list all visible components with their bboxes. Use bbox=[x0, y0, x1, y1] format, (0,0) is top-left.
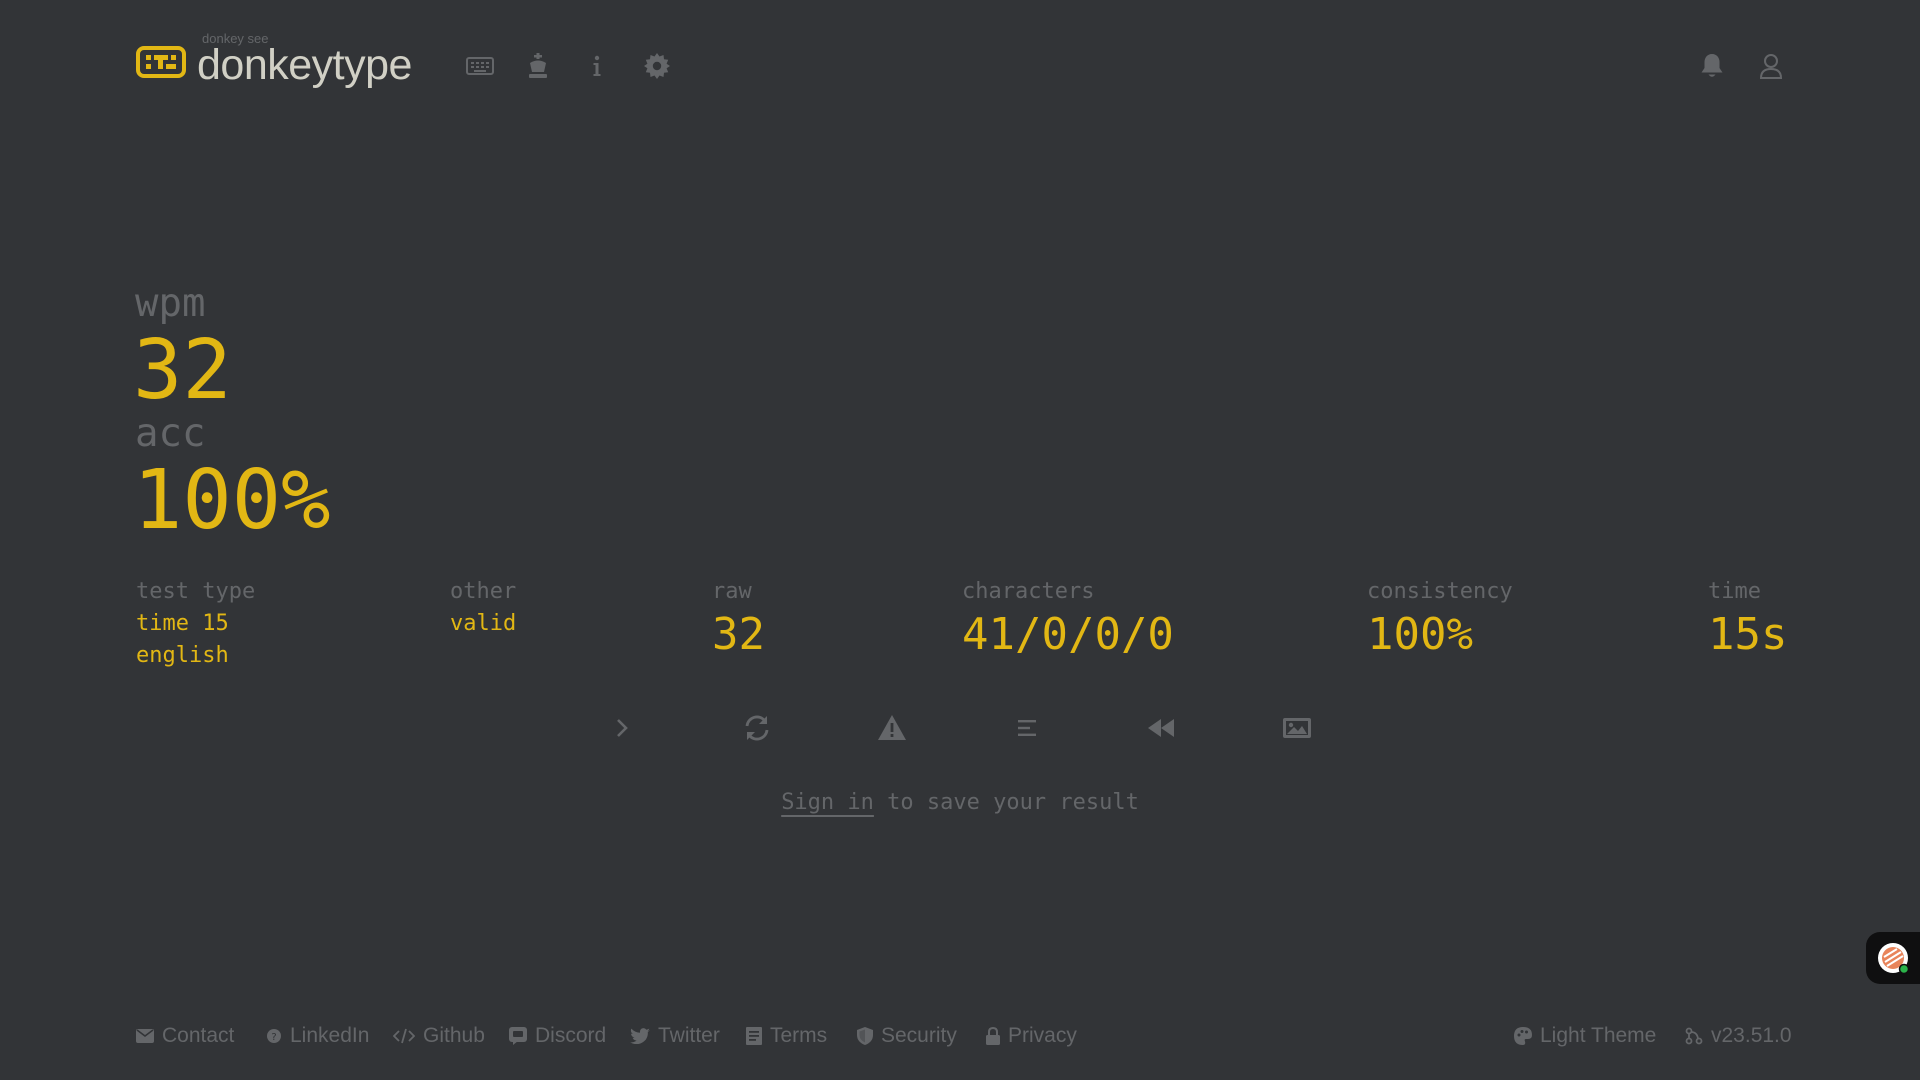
stat-consistency: consistency 100% bbox=[1367, 578, 1513, 662]
footer-theme-label: Light Theme bbox=[1540, 1024, 1657, 1047]
footer-twitter-label: Twitter bbox=[658, 1024, 720, 1047]
user-icon[interactable] bbox=[1753, 48, 1789, 84]
wpm-label: wpm bbox=[135, 281, 206, 326]
restart-test-button[interactable] bbox=[737, 708, 777, 748]
svg-text:?: ? bbox=[271, 1032, 276, 1043]
stat-other: other valid bbox=[450, 578, 516, 640]
footer-twitter[interactable]: Twitter bbox=[630, 1024, 720, 1048]
acc-value: 100% bbox=[133, 453, 331, 548]
screenshot-button[interactable] bbox=[1277, 708, 1317, 748]
footer-version[interactable]: v23.51.0 bbox=[1685, 1024, 1792, 1048]
other-label: other bbox=[450, 579, 517, 604]
other-value: valid bbox=[450, 611, 517, 636]
consistency-value: 100% bbox=[1367, 609, 1473, 660]
stat-raw: raw 32 bbox=[712, 578, 765, 662]
replay-button[interactable] bbox=[1142, 708, 1182, 748]
footer-github[interactable]: Github bbox=[393, 1024, 485, 1048]
restart-icon bbox=[745, 715, 769, 741]
characters-label: characters bbox=[962, 579, 1095, 604]
document-icon bbox=[746, 1027, 762, 1045]
consistency-label: consistency bbox=[1367, 579, 1513, 604]
chat-widget-button[interactable] bbox=[1866, 932, 1920, 984]
version-branch-icon bbox=[1685, 1027, 1703, 1045]
settings-icon[interactable] bbox=[639, 48, 675, 84]
raw-value: 32 bbox=[712, 609, 765, 660]
crown-icon[interactable] bbox=[520, 48, 556, 84]
footer-privacy[interactable]: Privacy bbox=[986, 1024, 1077, 1048]
stat-test-type: test type time 15 english bbox=[136, 578, 255, 672]
words-history-icon bbox=[1018, 720, 1036, 736]
footer-terms-label: Terms bbox=[770, 1024, 828, 1047]
info-icon[interactable] bbox=[579, 48, 615, 84]
stat-time: time 15s bbox=[1708, 578, 1787, 662]
footer-linkedin[interactable]: ? LinkedIn bbox=[266, 1024, 369, 1048]
footer-version-label: v23.51.0 bbox=[1711, 1024, 1792, 1047]
sign-in-link[interactable]: Sign in bbox=[781, 790, 874, 815]
replay-icon bbox=[1148, 719, 1174, 737]
logo-title: donkeytype bbox=[197, 41, 412, 89]
report-button[interactable] bbox=[872, 708, 912, 748]
sign-in-notice: Sign in to save your result bbox=[0, 788, 1920, 818]
wpm-value: 32 bbox=[133, 323, 232, 418]
raw-label: raw bbox=[712, 579, 752, 604]
support-icon: ? bbox=[267, 1029, 281, 1043]
time-value: 15s bbox=[1708, 609, 1788, 660]
bell-icon[interactable] bbox=[1694, 48, 1730, 84]
logo-keyboard-icon bbox=[136, 46, 186, 78]
footer-security[interactable]: Security bbox=[857, 1024, 957, 1048]
words-history-button[interactable] bbox=[1007, 708, 1047, 748]
footer-security-label: Security bbox=[881, 1024, 957, 1047]
code-icon bbox=[393, 1028, 415, 1044]
chat-avatar-icon bbox=[1878, 943, 1910, 975]
footer-github-label: Github bbox=[423, 1024, 485, 1047]
screenshot-icon bbox=[1283, 718, 1311, 738]
footer-terms[interactable]: Terms bbox=[746, 1024, 827, 1048]
palette-icon bbox=[1514, 1027, 1532, 1045]
test-type-mode: time 15 bbox=[136, 611, 229, 636]
footer: Contact ? LinkedIn Github Discord Twitte… bbox=[136, 1024, 1792, 1054]
logo[interactable]: donkey see donkeytype bbox=[136, 30, 436, 89]
acc-label: acc bbox=[135, 411, 206, 456]
footer-contact[interactable]: Contact bbox=[136, 1024, 234, 1048]
twitter-icon bbox=[630, 1028, 650, 1044]
footer-contact-label: Contact bbox=[162, 1024, 235, 1047]
stat-characters: characters 41/0/0/0 bbox=[962, 578, 1174, 662]
envelope-icon bbox=[136, 1029, 154, 1043]
lock-icon bbox=[986, 1027, 1000, 1045]
warning-icon bbox=[878, 715, 906, 740]
discord-icon bbox=[509, 1027, 527, 1045]
footer-privacy-label: Privacy bbox=[1008, 1024, 1077, 1047]
page: donkey see donkeytype wpm 32 acc 100% te… bbox=[0, 0, 1920, 1080]
time-label: time bbox=[1708, 579, 1761, 604]
top-nav: donkey see donkeytype bbox=[136, 18, 1784, 89]
next-test-icon bbox=[617, 719, 628, 737]
test-type-label: test type bbox=[136, 579, 256, 604]
test-type-language: english bbox=[136, 643, 229, 668]
next-test-button[interactable] bbox=[602, 708, 642, 748]
shield-icon bbox=[857, 1027, 873, 1045]
footer-linkedin-label: LinkedIn bbox=[290, 1024, 370, 1047]
sign-in-text: to save your result bbox=[873, 790, 1139, 815]
keyboard-icon[interactable] bbox=[462, 48, 498, 84]
footer-theme[interactable]: Light Theme bbox=[1514, 1024, 1656, 1048]
footer-discord[interactable]: Discord bbox=[509, 1024, 606, 1048]
characters-value: 41/0/0/0 bbox=[962, 609, 1174, 660]
footer-discord-label: Discord bbox=[535, 1024, 607, 1047]
